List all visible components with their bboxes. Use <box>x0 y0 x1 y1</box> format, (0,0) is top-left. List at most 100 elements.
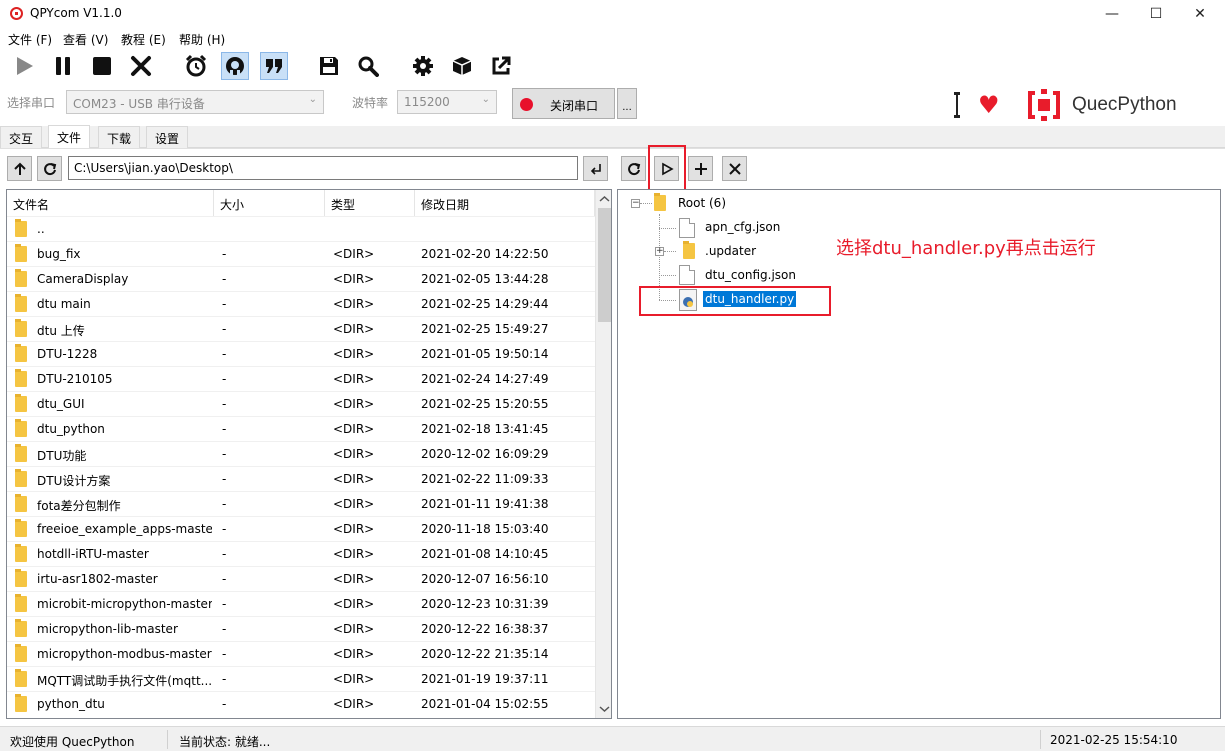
table-row[interactable]: .. <box>7 216 595 241</box>
file-size: - <box>222 297 227 311</box>
divider <box>167 730 168 749</box>
menu-file[interactable]: 文件 (F) <box>8 31 52 48</box>
table-row[interactable]: dtu 上传 - <DIR> 2021-02-25 15:49:27 <box>7 316 595 341</box>
tree-node-apn-cfg[interactable]: apn_cfg.json <box>705 220 780 234</box>
refresh-icon <box>43 162 56 175</box>
hex-icon[interactable] <box>221 52 249 80</box>
column-header-name[interactable]: 文件名 <box>7 190 214 216</box>
column-header-size[interactable]: 大小 <box>214 190 325 216</box>
file-date: 2020-12-23 10:31:39 <box>421 597 549 611</box>
table-row[interactable]: DTU-1228 - <DIR> 2021-01-05 19:50:14 <box>7 341 595 366</box>
table-row[interactable]: python_dtu - <DIR> 2021-01-04 15:02:55 <box>7 691 595 716</box>
table-row[interactable]: microbit-micropython-master - <DIR> 2020-12… <box>7 591 595 616</box>
clear-icon[interactable] <box>127 52 155 80</box>
table-row[interactable]: irtu-asr1802-master - <DIR> 2020-12-07 16:5… <box>7 566 595 591</box>
export-icon[interactable] <box>487 52 515 80</box>
minimize-button[interactable]: — <box>1089 0 1135 28</box>
table-row[interactable]: fota差分包制作 - <DIR> 2021-01-11 19:41:38 <box>7 491 595 516</box>
table-row[interactable]: dtu_python - <DIR> 2021-02-18 13:41:45 <box>7 416 595 441</box>
tree-root[interactable]: Root (6) <box>678 196 726 210</box>
delete-file-button[interactable] <box>722 156 747 181</box>
file-name: dtu 上传 <box>37 324 85 338</box>
tree-node-updater[interactable]: .updater <box>705 244 756 258</box>
file-type: <DIR> <box>333 547 375 561</box>
file-date: 2020-12-22 21:35:14 <box>421 647 549 661</box>
port-value: COM23 - USB 串行设备 <box>73 97 205 111</box>
tab-interact[interactable]: 交互 <box>0 126 43 148</box>
menu-help[interactable]: 帮助 (H) <box>179 31 225 48</box>
table-row[interactable]: DTU设计方案 - <DIR> 2021-02-22 11:09:33 <box>7 466 595 491</box>
table-row[interactable]: DTU-210105 - <DIR> 2021-02-24 14:27:49 <box>7 366 595 391</box>
file-date: 2020-11-18 15:03:40 <box>421 522 549 536</box>
quote-icon[interactable] <box>260 52 288 80</box>
folder-icon <box>654 193 666 211</box>
scrollbar-thumb[interactable] <box>598 208 611 322</box>
chevron-down-icon[interactable] <box>596 702 612 716</box>
tree-connector <box>659 228 676 229</box>
close-port-button[interactable]: 关闭串口 <box>512 88 615 119</box>
tab-files[interactable]: 文件 <box>48 125 91 148</box>
file-type: <DIR> <box>333 672 375 686</box>
brand-text: QuecPython <box>1072 94 1177 115</box>
add-file-button[interactable] <box>688 156 713 181</box>
refresh-local-button[interactable] <box>37 156 62 181</box>
alarm-icon[interactable] <box>182 52 210 80</box>
expand-node-icon[interactable]: + <box>655 247 664 256</box>
collapse-root-icon[interactable]: − <box>631 199 640 208</box>
more-options-button[interactable]: ... <box>617 88 637 119</box>
save-icon[interactable] <box>315 52 343 80</box>
table-row[interactable]: dtu_GUI - <DIR> 2021-02-25 15:20:55 <box>7 391 595 416</box>
settings-icon[interactable] <box>409 52 437 80</box>
folder-icon <box>15 544 27 562</box>
baud-select[interactable]: 115200 ⌄ <box>397 90 497 114</box>
menu-view[interactable]: 查看 (V) <box>63 31 108 48</box>
table-row[interactable]: DTU功能 - <DIR> 2020-12-02 16:09:29 <box>7 441 595 466</box>
table-row[interactable]: micropython-modbus-master - <DIR> 2020-12-2… <box>7 641 595 666</box>
maximize-button[interactable]: ☐ <box>1133 0 1179 28</box>
table-row[interactable]: MQTT调试助手执行文件(mqtt... - <DIR> 2021-01-19 19:… <box>7 666 595 691</box>
vertical-scrollbar[interactable] <box>595 190 612 718</box>
column-header-type[interactable]: 类型 <box>325 190 415 216</box>
file-name: MQTT调试助手执行文件(mqtt... <box>37 674 212 688</box>
file-name: micropython-modbus-master <box>37 647 212 661</box>
package-icon[interactable] <box>448 52 476 80</box>
menu-bar: 文件 (F) 查看 (V) 教程 (E) 帮助 (H) <box>0 28 1225 48</box>
tree-node-dtu-config[interactable]: dtu_config.json <box>705 268 796 282</box>
port-select[interactable]: COM23 - USB 串行设备 ⌄ <box>66 90 324 114</box>
column-header-date[interactable]: 修改日期 <box>415 190 595 216</box>
file-type: <DIR> <box>333 497 375 511</box>
chevron-up-icon[interactable] <box>596 192 612 206</box>
table-row[interactable]: bug_fix - <DIR> 2021-02-20 14:22:50 <box>7 241 595 266</box>
file-name: CameraDisplay <box>37 272 129 286</box>
pause-icon[interactable] <box>49 52 77 80</box>
file-date: 2021-02-24 14:27:49 <box>421 372 549 386</box>
up-dir-button[interactable] <box>7 156 32 181</box>
path-input[interactable]: C:\Users\jian.yao\Desktop\ <box>68 156 578 180</box>
folder-icon <box>15 319 27 337</box>
tab-download[interactable]: 下载 <box>98 126 141 148</box>
search-icon[interactable] <box>354 52 382 80</box>
table-row[interactable]: micropython-lib-master - <DIR> 2020-12-22 1… <box>7 616 595 641</box>
file-name: DTU功能 <box>37 449 87 463</box>
folder-icon <box>15 369 27 387</box>
menu-tutorial[interactable]: 教程 (E) <box>121 31 166 48</box>
file-type: <DIR> <box>333 247 375 261</box>
play-icon[interactable] <box>10 52 38 80</box>
table-row[interactable]: freeioe_example_apps-master - <DIR> 2020-11… <box>7 516 595 541</box>
annotation-text: 选择dtu_handler.py再点击运行 <box>836 238 1096 259</box>
folder-icon <box>15 469 27 487</box>
file-size: - <box>222 497 227 511</box>
tree-connector <box>659 275 676 276</box>
go-path-button[interactable] <box>583 156 608 181</box>
file-date: 2021-02-25 15:49:27 <box>421 322 549 336</box>
table-row[interactable]: CameraDisplay - <DIR> 2021-02-05 13:44:28 <box>7 266 595 291</box>
folder-icon <box>15 594 27 612</box>
local-file-table: 文件名 大小 类型 修改日期 .. bug_fix - <DIR> 2021-02-2… <box>6 189 612 719</box>
file-size: - <box>222 597 227 611</box>
table-row[interactable]: hotdll-iRTU-master - <DIR> 2021-01-08 14:10… <box>7 541 595 566</box>
refresh-device-button[interactable] <box>621 156 646 181</box>
tab-settings[interactable]: 设置 <box>146 126 189 148</box>
close-window-button[interactable]: ✕ <box>1177 0 1223 28</box>
stop-icon[interactable] <box>88 52 116 80</box>
table-row[interactable]: dtu main - <DIR> 2021-02-25 14:29:44 <box>7 291 595 316</box>
